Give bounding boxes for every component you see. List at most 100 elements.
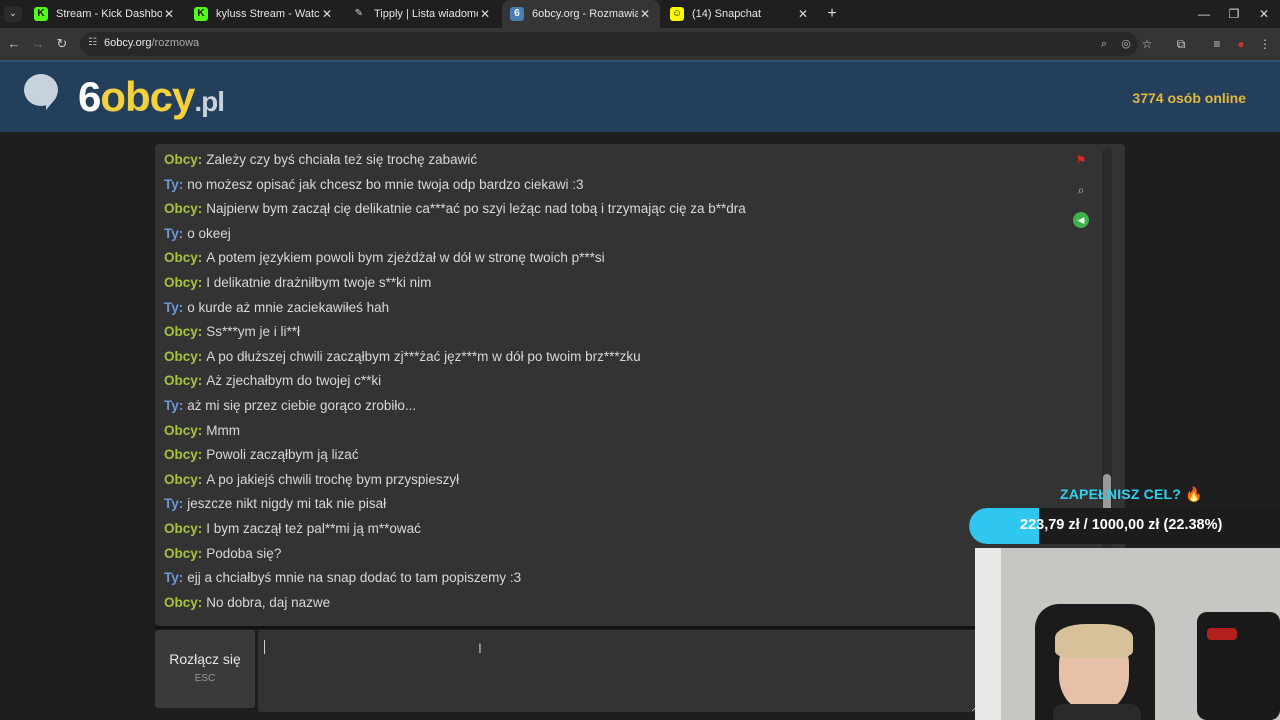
chat-message: Obcy: I bym zaczął też pal**mi ją m**ować bbox=[164, 519, 1064, 544]
message-text: I delikatnie drażniłbym twoje s**ki nim bbox=[206, 274, 432, 290]
browser-tab-strip: ⌄ K Stream - Kick Dashboard ✕ K kyluss S… bbox=[0, 0, 1280, 28]
webcam-door bbox=[975, 548, 1001, 720]
disconnect-shortcut: ESC bbox=[194, 673, 216, 684]
chat-message: Obcy: Ss***ym je i li**ł bbox=[164, 322, 1064, 347]
ibeam-cursor-icon: I bbox=[478, 640, 482, 656]
message-text: No dobra, daj nazwe bbox=[206, 594, 331, 610]
message-author: Ty: bbox=[164, 496, 184, 512]
message-text: A po jakiejś chwili trochę bym przyspies… bbox=[206, 471, 460, 487]
site-header: 6obcy.pl 3774 osób online bbox=[0, 60, 1280, 132]
chat-message: Obcy: A po dłuższej chwili zacząłbym zj**… bbox=[164, 347, 1064, 372]
chat-message: Ty: jeszcze nikt nigdy mi tak nie pisał bbox=[164, 494, 1064, 519]
browser-menu-icon[interactable]: ⋮ bbox=[1256, 35, 1274, 53]
tab-title: kyluss Stream - Watch Live on Kick bbox=[216, 8, 320, 20]
close-tab-icon[interactable]: ✕ bbox=[320, 7, 334, 21]
chat-message: Ty: o okeej bbox=[164, 224, 1064, 249]
close-tab-icon[interactable]: ✕ bbox=[638, 7, 652, 21]
browser-tab-active[interactable]: 6 6obcy.org - Rozmawiaj anonimowo ✕ bbox=[502, 0, 660, 28]
chat-message: Obcy: Podoba się? bbox=[164, 544, 1064, 569]
donation-goal-title: ZAPEŁNISZ CEL? 🔥 bbox=[1060, 486, 1203, 503]
message-author: Obcy: bbox=[164, 594, 203, 610]
sound-toggle-icon[interactable]: ◀ bbox=[1073, 212, 1089, 228]
chat-message: Ty: no możesz opisać jak chcesz bo mnie t… bbox=[164, 175, 1064, 200]
message-author: Obcy: bbox=[164, 250, 203, 266]
chat-message: Obcy: Aż zjechałbym do twojej c**ki bbox=[164, 371, 1064, 396]
message-author: Obcy: bbox=[164, 545, 203, 561]
webcam-chair-accent bbox=[1207, 628, 1237, 640]
message-text: Ss***ym je i li**ł bbox=[206, 324, 301, 340]
message-text: aż mi się przez ciebie gorąco zrobiło... bbox=[187, 397, 417, 413]
browser-tab[interactable]: K kyluss Stream - Watch Live on Kick ✕ bbox=[186, 0, 342, 28]
chat-message: Obcy: No dobra, daj nazwe bbox=[164, 593, 1064, 618]
new-tab-button[interactable]: + bbox=[822, 4, 842, 24]
donation-goal-text: 223,79 zł / 1000,00 zł (22.38%) bbox=[1020, 517, 1223, 533]
message-author: Obcy: bbox=[164, 274, 203, 290]
message-author: Obcy: bbox=[164, 152, 203, 167]
message-text: ejj a chciałbyś mnie na snap dodać to ta… bbox=[187, 570, 522, 586]
profile-avatar-icon[interactable]: ● bbox=[1232, 35, 1250, 53]
url-text: 6obcy.org/rozmowa bbox=[104, 37, 199, 49]
kick-icon: K bbox=[34, 7, 48, 21]
text-caret bbox=[264, 640, 265, 654]
logo-word: obcy bbox=[100, 73, 195, 120]
report-flag-icon[interactable]: ⚑ bbox=[1073, 152, 1089, 168]
back-icon[interactable]: ← bbox=[4, 34, 24, 54]
message-text: A potem językiem powoli bym zjeżdżał w d… bbox=[206, 250, 605, 266]
message-text: o okeej bbox=[187, 225, 231, 241]
extensions-icon[interactable]: ⧉ bbox=[1172, 35, 1190, 53]
kick-icon: K bbox=[194, 7, 208, 21]
minimize-icon[interactable]: — bbox=[1188, 0, 1220, 28]
message-list: Obcy: Zależy czy byś chciała też się troc… bbox=[164, 150, 1064, 617]
message-text: Aż zjechałbym do twojej c**ki bbox=[206, 373, 382, 389]
chat-message: Ty: aż mi się przez ciebie gorąco zrobiło… bbox=[164, 396, 1064, 421]
webcam-streamer-body bbox=[1053, 704, 1141, 720]
message-text: A po dłuższej chwili zacząłbym zj***żać … bbox=[206, 348, 641, 364]
tab-title: Stream - Kick Dashboard bbox=[56, 8, 162, 20]
message-text: Zależy czy byś chciała też się trochę za… bbox=[206, 152, 478, 167]
forward-icon[interactable]: → bbox=[28, 34, 48, 54]
fire-icon: 🔥 bbox=[1185, 486, 1203, 502]
online-count: 3774 osób online bbox=[1132, 90, 1246, 106]
logo-number: 6 bbox=[78, 73, 101, 120]
close-tab-icon[interactable]: ✕ bbox=[796, 7, 810, 21]
disconnect-button[interactable]: Rozłącz się ESC bbox=[155, 630, 255, 708]
eye-off-icon[interactable]: ◎ bbox=[1118, 36, 1134, 52]
media-controls-icon[interactable]: ≡ bbox=[1208, 35, 1226, 53]
message-author: Obcy: bbox=[164, 422, 203, 438]
tab-title: (14) Snapchat bbox=[692, 8, 762, 20]
bookmark-star-icon[interactable]: ☆ bbox=[1138, 35, 1156, 53]
6obcy-icon: 6 bbox=[510, 7, 524, 21]
tab-title: 6obcy.org - Rozmawiaj anonimowo bbox=[532, 8, 638, 20]
message-author: Ty: bbox=[164, 299, 184, 315]
chat-bubble-logo-icon bbox=[24, 74, 58, 110]
message-author: Ty: bbox=[164, 570, 184, 586]
snapchat-icon: ☺ bbox=[670, 7, 684, 21]
webcam-overlay bbox=[975, 548, 1280, 720]
site-logo[interactable]: 6obcy.pl bbox=[78, 72, 225, 127]
browser-tab[interactable]: K Stream - Kick Dashboard ✕ bbox=[26, 0, 184, 28]
message-author: Obcy: bbox=[164, 324, 203, 340]
reload-icon[interactable]: ↻ bbox=[52, 34, 72, 54]
search-icon[interactable]: ⌕ bbox=[1073, 182, 1089, 198]
site-info-icon[interactable]: ☷ bbox=[88, 37, 97, 48]
chat-message: Obcy: I delikatnie drażniłbym twoje s**ki… bbox=[164, 273, 1064, 298]
message-text: no możesz opisać jak chcesz bo mnie twoj… bbox=[187, 176, 584, 192]
message-author: Obcy: bbox=[164, 373, 203, 389]
message-text: Powoli zacząłbym ją lizać bbox=[206, 447, 359, 463]
browser-tab[interactable]: ☺ (14) Snapchat ✕ bbox=[662, 0, 818, 28]
close-tab-icon[interactable]: ✕ bbox=[162, 7, 176, 21]
zoom-icon[interactable]: ⌕ bbox=[1096, 36, 1112, 52]
restore-icon[interactable]: ❐ bbox=[1218, 0, 1250, 28]
close-tab-icon[interactable]: ✕ bbox=[478, 7, 492, 21]
message-input[interactable] bbox=[258, 630, 979, 712]
message-author: Obcy: bbox=[164, 471, 203, 487]
browser-tab[interactable]: ✎ Tipply | Lista wiadomości ✕ bbox=[344, 0, 500, 28]
tab-search-icon[interactable]: ⌄ bbox=[4, 6, 22, 22]
close-window-icon[interactable]: ✕ bbox=[1248, 0, 1280, 28]
chat-side-icons: ⚑ ⌕ ◀ bbox=[1073, 152, 1093, 242]
address-bar[interactable]: ☷ 6obcy.org/rozmowa ⌕ ◎ bbox=[80, 32, 1138, 56]
message-text: o kurde aż mnie zaciekawiłeś hah bbox=[187, 299, 390, 315]
chat-message: Obcy: Zależy czy byś chciała też się troc… bbox=[164, 150, 1064, 175]
message-text: Najpierw bym zaczął cię delikatnie ca***… bbox=[206, 201, 746, 217]
chat-divider bbox=[155, 626, 975, 629]
